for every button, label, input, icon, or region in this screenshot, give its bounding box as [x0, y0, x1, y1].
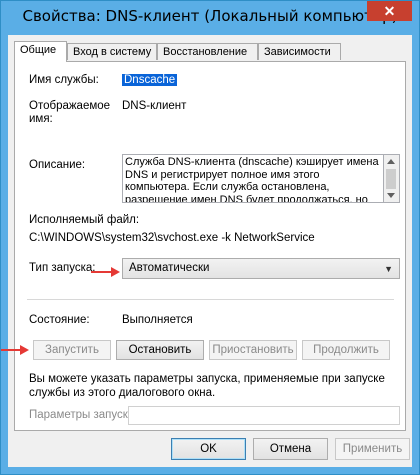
start-button[interactable]: Запустить [33, 340, 111, 360]
pause-button[interactable]: Приостановить [209, 340, 297, 360]
separator [27, 299, 394, 300]
stop-button[interactable]: Остановить [116, 340, 204, 360]
ok-button[interactable]: OK [171, 438, 246, 460]
description-scrollbar[interactable] [384, 154, 400, 203]
startup-type-selected: Автоматически [129, 262, 210, 274]
close-button[interactable]: ✕ [367, 1, 412, 21]
scroll-up-icon[interactable] [387, 159, 395, 164]
description-label: Описание: [29, 159, 86, 171]
startup-type-label: Тип запуска: [29, 262, 96, 274]
start-params-field[interactable] [128, 406, 400, 425]
display-name-value[interactable]: DNS-клиент [122, 100, 186, 112]
window-title: Свойства: DNS-клиент (Локальный компьюте… [22, 7, 398, 25]
annotation-arrow-shaft [91, 271, 111, 273]
dialog-client-area: Общие Вход в систему Восстановление Зави… [1, 35, 412, 467]
chevron-down-icon: ▼ [384, 264, 393, 274]
tab-logon[interactable]: Вход в систему [67, 43, 157, 60]
display-name-label: Отображаемое имя: [29, 100, 111, 125]
status-label: Состояние: [29, 314, 90, 326]
annotation-arrow-head [111, 267, 120, 277]
tab-recovery[interactable]: Восстановление [157, 43, 258, 60]
scroll-thumb[interactable] [386, 169, 396, 189]
general-tab-panel: Имя службы: Dnscache Отображаемое имя: D… [14, 61, 406, 431]
start-params-hint: Вы можете указать параметры запуска, при… [29, 373, 385, 399]
service-name-value[interactable]: Dnscache [122, 74, 178, 86]
start-params-label: Параметры запуска: [29, 409, 138, 421]
startup-type-select[interactable]: Автоматически ▼ [122, 258, 400, 279]
executable-label: Исполняемый файл: [29, 214, 140, 226]
description-text[interactable]: Служба DNS-клиента (dnscache) кэширует и… [122, 154, 384, 203]
service-name-label: Имя службы: [29, 74, 99, 86]
status-value: Выполняется [122, 314, 193, 326]
apply-button[interactable]: Применить [335, 438, 410, 460]
start-params-input[interactable] [129, 407, 399, 424]
close-icon: ✕ [383, 3, 396, 19]
tab-general[interactable]: Общие [14, 41, 67, 62]
service-name-selected-text[interactable]: Dnscache [122, 74, 178, 86]
resume-button[interactable]: Продолжить [302, 340, 390, 360]
tab-dependencies[interactable]: Зависимости [258, 43, 341, 60]
title-bar[interactable]: Свойства: DNS-клиент (Локальный компьюте… [1, 1, 419, 35]
executable-path[interactable]: C:\WINDOWS\system32\svchost.exe -k Netwo… [29, 232, 315, 244]
scroll-down-icon[interactable] [387, 193, 395, 198]
annotation-arrow-head [20, 345, 29, 355]
properties-window: Свойства: DNS-клиент (Локальный компьюте… [0, 0, 420, 475]
annotation-arrow-shaft [1, 349, 20, 351]
cancel-button[interactable]: Отмена [253, 438, 328, 460]
